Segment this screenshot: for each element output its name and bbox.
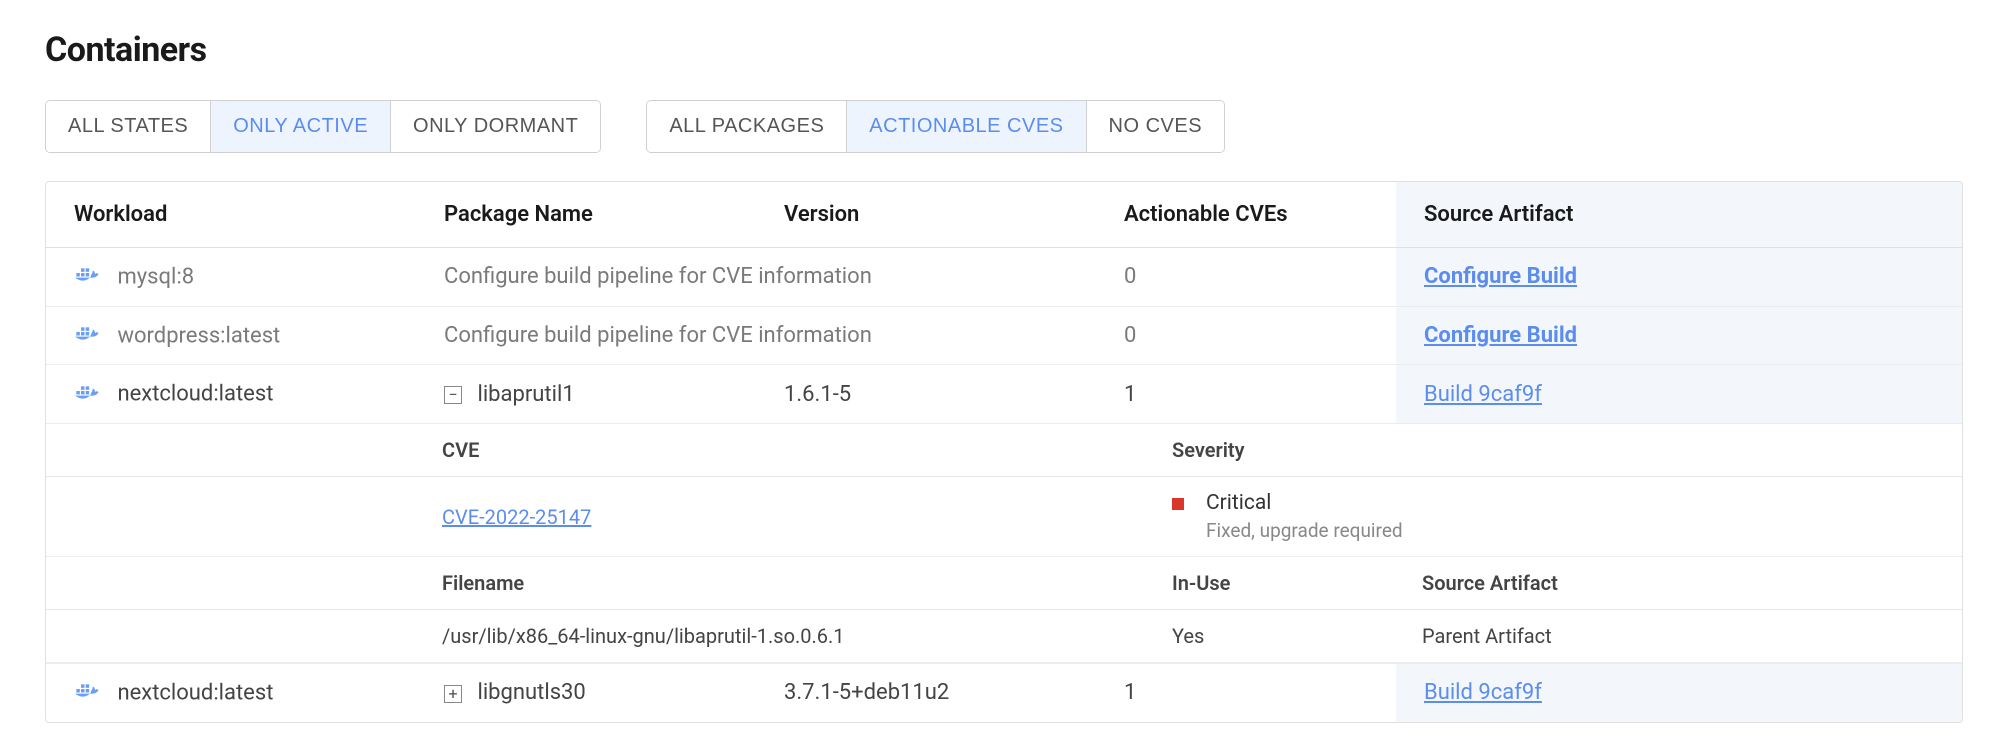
- page-title: Containers: [45, 30, 1963, 70]
- package-filter-group: ALL PACKAGES ACTIONABLE CVES NO CVES: [646, 100, 1225, 153]
- severity-cell: Critical Fixed, upgrade required: [1172, 491, 1936, 542]
- collapse-icon[interactable]: −: [444, 386, 462, 404]
- workload-name: nextcloud:latest: [117, 681, 273, 706]
- package-name: libaprutil1: [477, 382, 574, 407]
- docker-icon: [74, 384, 102, 406]
- docker-icon: [74, 266, 102, 288]
- severity-level: Critical: [1206, 491, 1403, 515]
- inuse-cell: Yes: [1146, 610, 1396, 663]
- filter-all-states[interactable]: ALL STATES: [46, 101, 211, 152]
- severity-indicator-icon: [1172, 498, 1184, 510]
- build-link[interactable]: Build 9caf9f: [1424, 680, 1542, 705]
- configure-build-link[interactable]: Configure Build: [1424, 264, 1577, 289]
- version-cell: 1.6.1-5: [756, 365, 1096, 424]
- cves-cell: 1: [1096, 365, 1396, 424]
- col-workload: Workload: [46, 182, 416, 248]
- filter-all-packages[interactable]: ALL PACKAGES: [647, 101, 847, 152]
- package-cell: Configure build pipeline for CVE informa…: [416, 248, 1096, 307]
- filename-header: Filename: [416, 557, 1146, 610]
- cve-detail-row: CVE Severity CVE-2022-25147 Critical Fix…: [46, 424, 1962, 664]
- col-source: Source Artifact: [1396, 182, 1962, 248]
- table-row[interactable]: nextcloud:latest − libaprutil1 1.6.1-5 1…: [46, 365, 1962, 424]
- table-row[interactable]: wordpress:latest Configure build pipelin…: [46, 306, 1962, 365]
- file-source-cell: Parent Artifact: [1396, 610, 1962, 663]
- filter-only-dormant[interactable]: ONLY DORMANT: [391, 101, 600, 152]
- containers-table: Workload Package Name Version Actionable…: [45, 181, 1963, 723]
- filter-row: ALL STATES ONLY ACTIVE ONLY DORMANT ALL …: [45, 100, 1963, 153]
- table-row[interactable]: nextcloud:latest + libgnutls30 3.7.1-5+d…: [46, 664, 1962, 722]
- filter-only-active[interactable]: ONLY ACTIVE: [211, 101, 391, 152]
- cves-cell: 0: [1096, 306, 1396, 365]
- col-cves: Actionable CVEs: [1096, 182, 1396, 248]
- workload-name: wordpress:latest: [117, 323, 280, 348]
- filter-actionable-cves[interactable]: ACTIONABLE CVES: [847, 101, 1086, 152]
- inuse-header: In-Use: [1146, 557, 1396, 610]
- source-header: Source Artifact: [1396, 557, 1962, 610]
- package-cell: Configure build pipeline for CVE informa…: [416, 306, 1096, 365]
- docker-icon: [74, 325, 102, 347]
- table-row[interactable]: mysql:8 Configure build pipeline for CVE…: [46, 248, 1962, 307]
- cve-link[interactable]: CVE-2022-25147: [442, 505, 591, 529]
- state-filter-group: ALL STATES ONLY ACTIVE ONLY DORMANT: [45, 100, 601, 153]
- cves-cell: 1: [1096, 664, 1396, 722]
- filename-cell: /usr/lib/x86_64-linux-gnu/libaprutil-1.s…: [416, 610, 1146, 663]
- col-version: Version: [756, 182, 1096, 248]
- docker-icon: [74, 682, 102, 704]
- cves-cell: 0: [1096, 248, 1396, 307]
- workload-name: nextcloud:latest: [117, 382, 273, 407]
- table-header-row: Workload Package Name Version Actionable…: [46, 182, 1962, 248]
- severity-header: Severity: [1146, 424, 1962, 477]
- build-link[interactable]: Build 9caf9f: [1424, 382, 1542, 407]
- version-cell: 3.7.1-5+deb11u2: [756, 664, 1096, 722]
- cve-header: CVE: [416, 424, 1146, 477]
- workload-name: mysql:8: [117, 265, 194, 290]
- col-package: Package Name: [416, 182, 756, 248]
- expand-icon[interactable]: +: [444, 685, 462, 703]
- configure-build-link[interactable]: Configure Build: [1424, 323, 1577, 348]
- filter-no-cves[interactable]: NO CVES: [1087, 101, 1225, 152]
- package-name: libgnutls30: [477, 680, 585, 705]
- severity-note: Fixed, upgrade required: [1206, 519, 1403, 542]
